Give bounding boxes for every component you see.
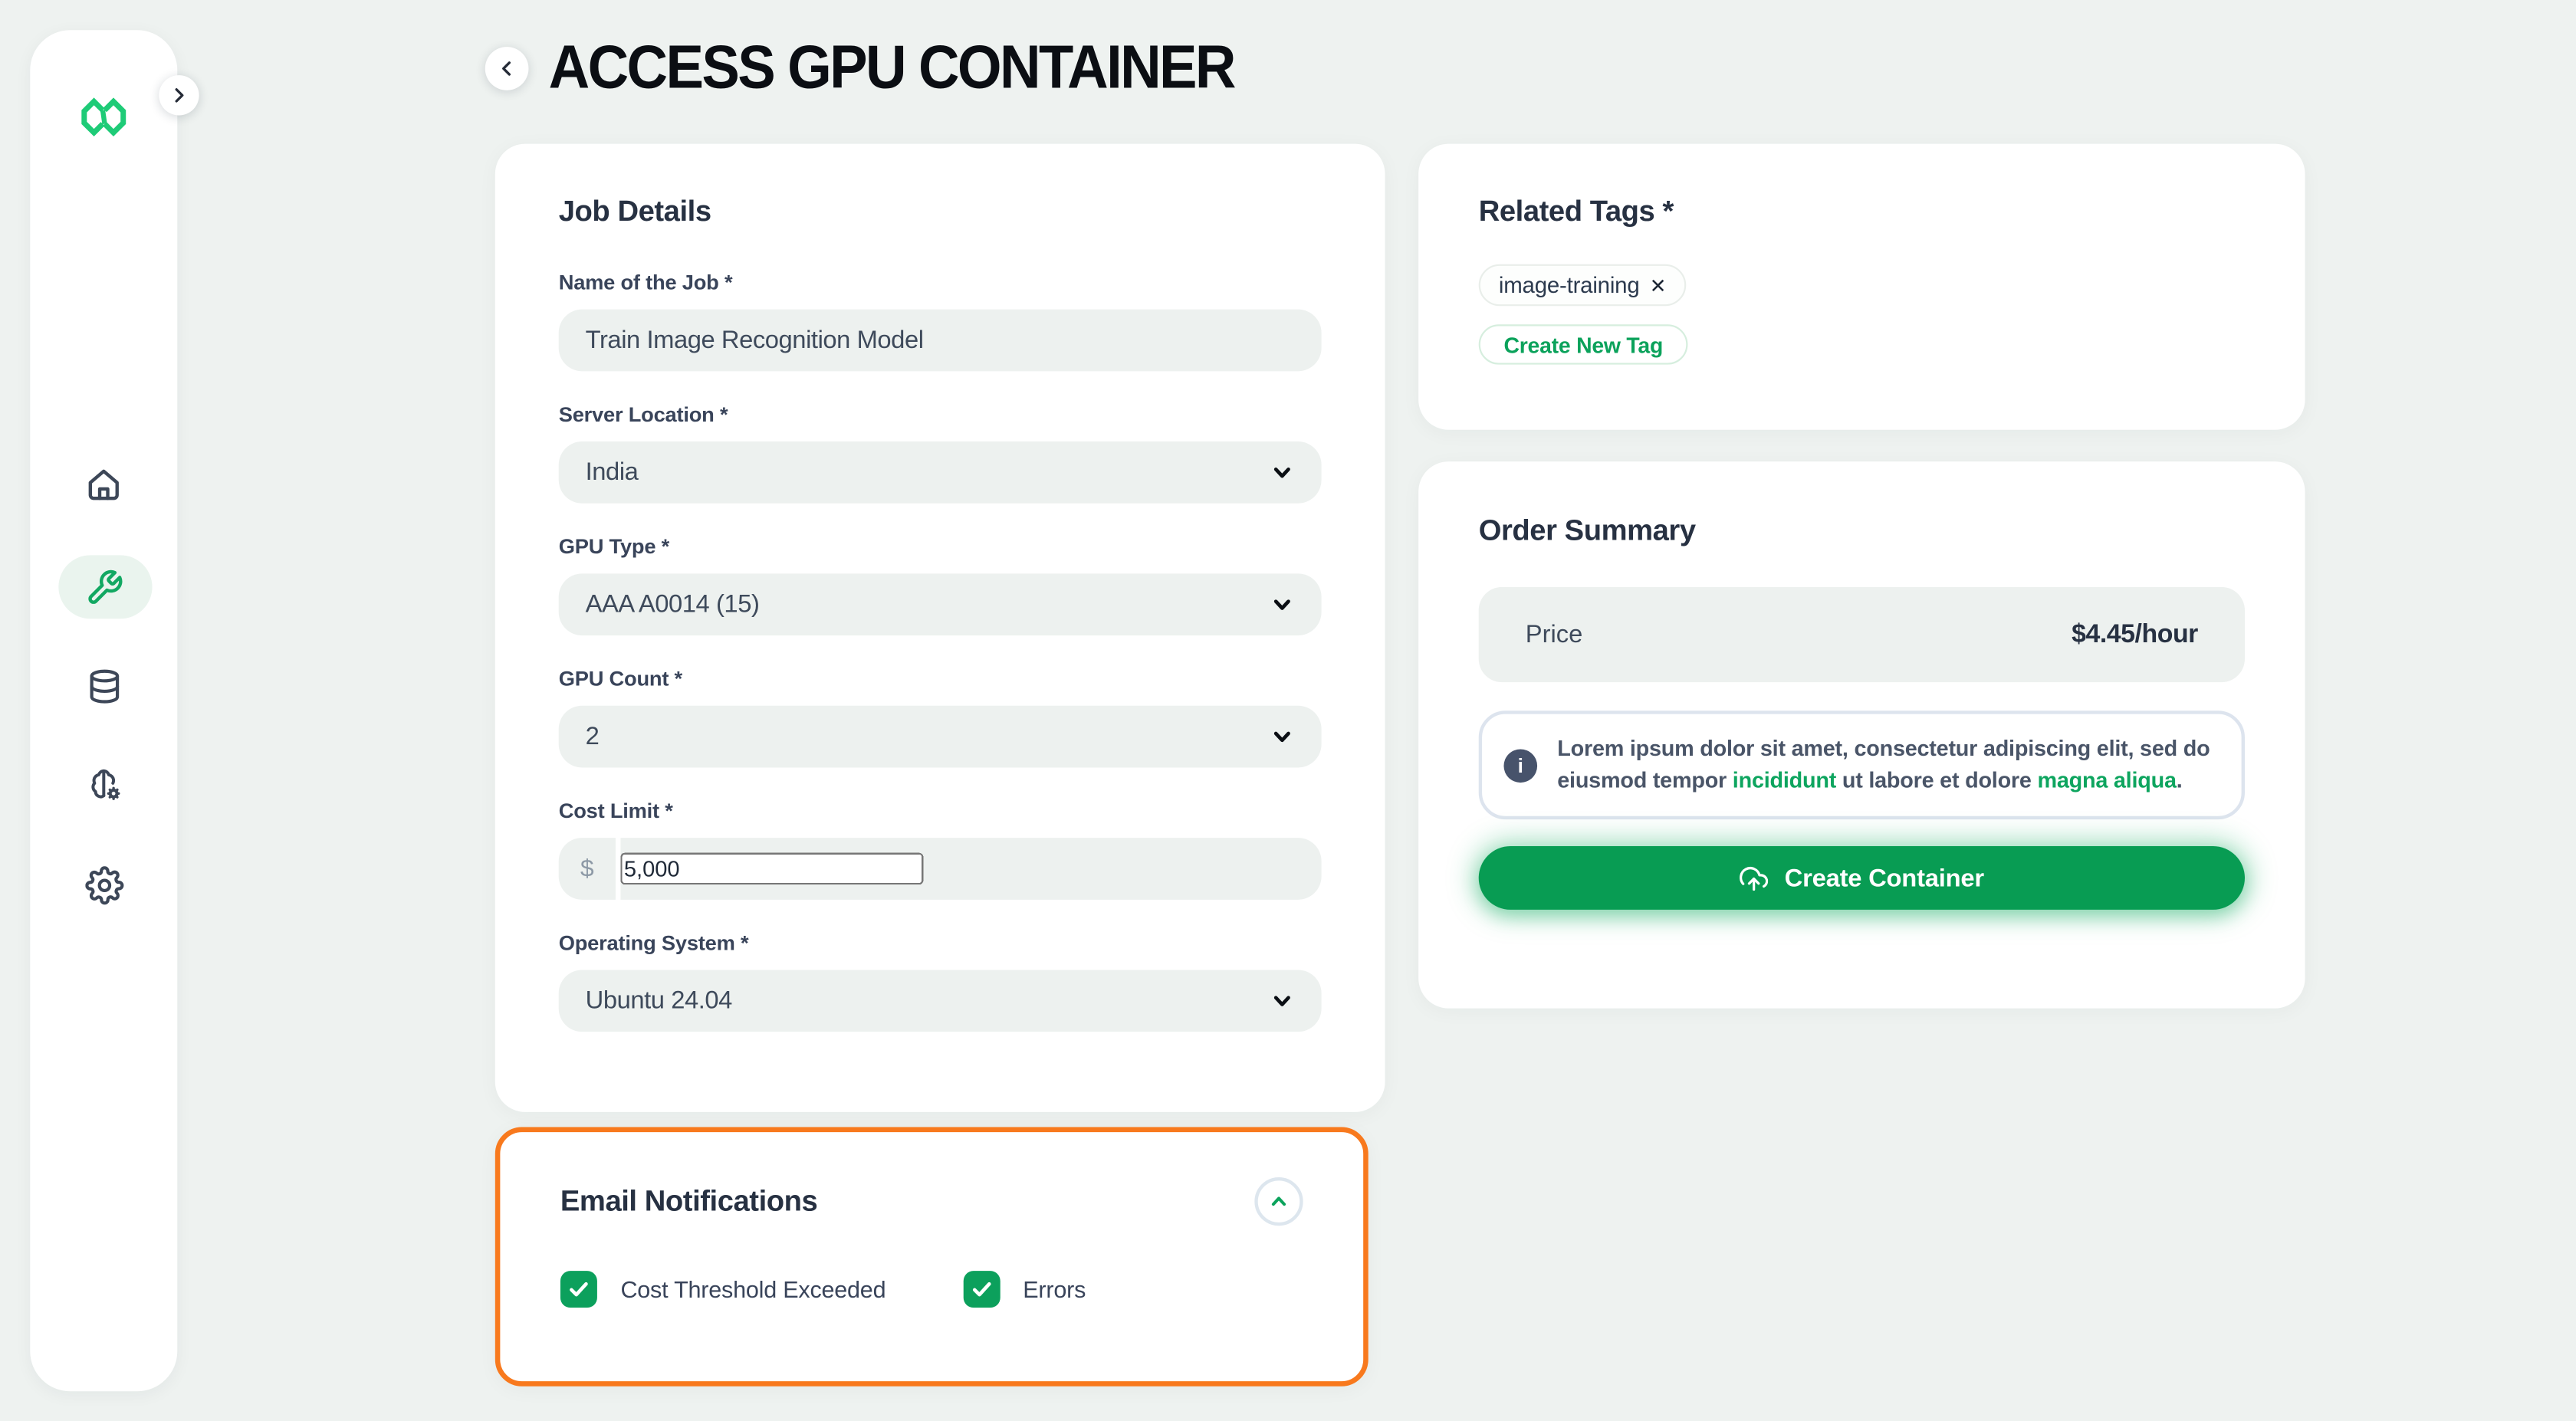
page-title: ACCESS GPU CONTAINER [549, 34, 1234, 104]
sidebar-item-settings[interactable] [30, 852, 177, 918]
create-container-label: Create Container [1785, 864, 1984, 892]
gpu-count-label: GPU Count * [559, 668, 1322, 691]
checkbox-checked-icon [963, 1271, 1000, 1308]
sidebar-item-tools-active[interactable] [30, 553, 177, 620]
ai-brain-gear-icon [83, 763, 125, 806]
currency-prefix: $ [559, 838, 616, 900]
field-cost-limit: Cost Limit * $ [559, 799, 1322, 900]
info-box: i Lorem ipsum dolor sit amet, consectetu… [1479, 710, 2245, 819]
checkbox-errors[interactable]: Errors [963, 1271, 1086, 1308]
chevron-left-icon [497, 58, 517, 78]
back-button[interactable] [485, 47, 529, 90]
remove-tag-icon[interactable]: ✕ [1650, 275, 1667, 295]
price-label: Price [1526, 620, 1583, 648]
create-container-button[interactable]: Create Container [1479, 846, 2245, 910]
cost-limit-input[interactable] [620, 853, 923, 884]
sidebar-item-home[interactable] [30, 451, 177, 518]
field-server-location: Server Location * India [559, 403, 1322, 504]
checkbox-checked-icon [560, 1271, 597, 1308]
checkbox-cost-threshold[interactable]: Cost Threshold Exceeded [560, 1271, 886, 1308]
checkbox-label: Cost Threshold Exceeded [620, 1276, 886, 1303]
job-details-card: Job Details Name of the Job * Server Loc… [495, 144, 1385, 1112]
job-name-input[interactable] [559, 310, 1322, 372]
chevron-down-icon [1270, 988, 1295, 1013]
gpu-count-select[interactable]: 2 [559, 706, 1322, 768]
database-icon [84, 666, 123, 704]
create-new-tag-button[interactable]: Create New Tag [1479, 324, 1688, 364]
operating-system-label: Operating System * [559, 931, 1322, 955]
sidebar-item-ai[interactable] [30, 751, 177, 818]
job-details-title: Job Details [559, 194, 1322, 229]
operating-system-select[interactable]: Ubuntu 24.04 [559, 970, 1322, 1032]
app-window: ACCESS GPU CONTAINER Job Details Name of… [0, 0, 2576, 1421]
create-new-tag-label: Create New Tag [1503, 332, 1663, 357]
field-operating-system: Operating System * Ubuntu 24.04 [559, 931, 1322, 1032]
price-row: Price $4.45/hour [1479, 587, 2245, 682]
operating-system-value: Ubuntu 24.04 [586, 986, 732, 1015]
order-summary-card: Order Summary Price $4.45/hour i Lorem i… [1418, 461, 2305, 1008]
cost-limit-label: Cost Limit * [559, 799, 1322, 823]
price-value: $4.45/hour [2072, 619, 2198, 649]
email-notifications-title: Email Notifications [560, 1184, 817, 1219]
chevron-down-icon [1270, 724, 1295, 750]
gpu-count-value: 2 [586, 723, 600, 751]
chevron-right-icon [169, 85, 189, 105]
home-icon [84, 465, 123, 505]
order-summary-title: Order Summary [1479, 514, 2245, 549]
sidebar-item-database[interactable] [30, 652, 177, 719]
tag-pill: image-training ✕ [1479, 264, 1687, 307]
chevron-down-icon [1270, 592, 1295, 617]
server-location-select[interactable]: India [559, 441, 1322, 504]
field-gpu-type: GPU Type * AAA A0014 (15) [559, 535, 1322, 635]
related-tags-card: Related Tags * image-training ✕ Create N… [1418, 144, 2305, 430]
cloud-upload-icon [1740, 864, 1768, 892]
gpu-type-label: GPU Type * [559, 535, 1322, 559]
gear-icon [84, 865, 123, 904]
info-text: Lorem ipsum dolor sit amet, consectetur … [1557, 734, 2214, 796]
sidebar [30, 30, 177, 1391]
checkbox-label: Errors [1023, 1276, 1086, 1303]
sidebar-expand-button[interactable] [159, 75, 199, 115]
chevron-up-icon [1268, 1190, 1290, 1212]
info-icon: i [1503, 748, 1537, 782]
sidebar-nav [30, 30, 177, 1391]
gpu-type-value: AAA A0014 (15) [586, 590, 760, 619]
chevron-down-icon [1270, 460, 1295, 485]
server-location-label: Server Location * [559, 403, 1322, 427]
collapse-button[interactable] [1254, 1177, 1303, 1226]
field-gpu-count: GPU Count * 2 [559, 668, 1322, 768]
tag-label: image-training [1499, 273, 1640, 298]
wrench-icon [84, 568, 123, 606]
related-tags-title: Related Tags * [1479, 194, 2245, 229]
email-notifications-card: Email Notifications Cost Threshold Excee… [495, 1127, 1368, 1387]
server-location-value: India [586, 458, 639, 487]
job-name-label: Name of the Job * [559, 271, 1322, 294]
gpu-type-select[interactable]: AAA A0014 (15) [559, 573, 1322, 635]
field-job-name: Name of the Job * [559, 271, 1322, 371]
